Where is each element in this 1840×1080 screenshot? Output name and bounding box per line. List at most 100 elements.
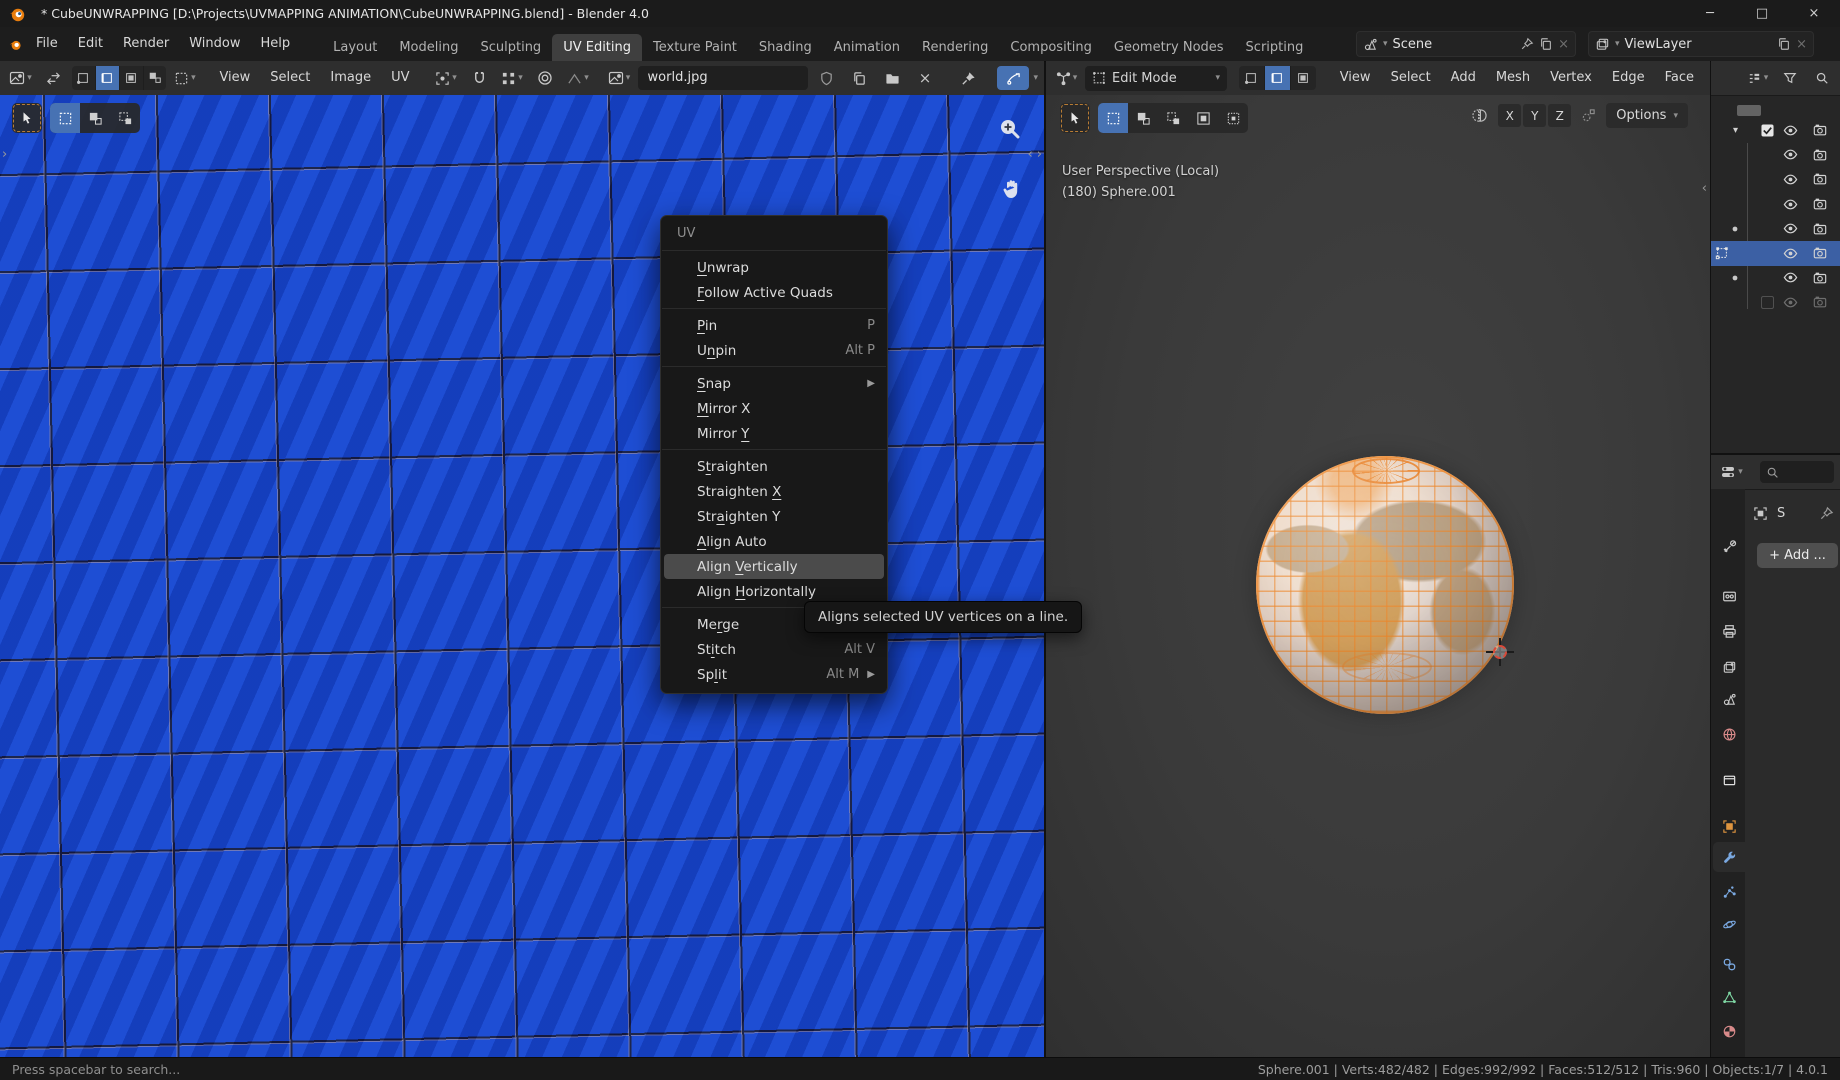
properties-tab-modifiers[interactable]: [1713, 842, 1745, 872]
workspace-tab-texture-paint[interactable]: Texture Paint: [642, 34, 748, 61]
menu-render[interactable]: Render: [113, 32, 179, 56]
close-icon[interactable]: ×: [911, 66, 940, 90]
menu-item-snap[interactable]: Snap▶: [664, 371, 884, 396]
mirror-axis-y[interactable]: Y: [1523, 104, 1546, 127]
mesh-select-mode-face[interactable]: [1291, 66, 1316, 90]
camera-icon[interactable]: [1813, 246, 1827, 260]
pin-icon[interactable]: [1520, 37, 1534, 51]
viewlayer-selector[interactable]: ▾ ViewLayer ×: [1588, 31, 1814, 57]
workspace-tab-compositing[interactable]: Compositing: [999, 34, 1103, 61]
intersect-select-icon[interactable]: [1218, 103, 1248, 133]
uv-sync-icon[interactable]: [39, 66, 68, 90]
mirror-axis-z[interactable]: Z: [1548, 104, 1571, 127]
eye-icon[interactable]: [1783, 172, 1798, 187]
duplicate-icon[interactable]: [845, 66, 874, 90]
uv-select-mode-island[interactable]: [144, 66, 167, 90]
menu-window[interactable]: Window: [179, 32, 250, 56]
close-button[interactable]: ×: [1788, 0, 1840, 27]
uv-menu-uv[interactable]: UV: [381, 66, 419, 90]
properties-tab-particles[interactable]: [1713, 877, 1745, 907]
snap-target-icon[interactable]: [1581, 108, 1596, 123]
minimize-button[interactable]: ─: [1684, 0, 1736, 27]
uv-menu-view[interactable]: View: [209, 66, 260, 90]
eye-icon[interactable]: [1783, 221, 1798, 236]
camera-icon[interactable]: [1813, 148, 1827, 162]
outliner-row[interactable]: [1711, 167, 1840, 192]
menu-item-straighten-x[interactable]: Straighten X: [664, 479, 884, 504]
close-icon[interactable]: ×: [1796, 37, 1807, 52]
camera-icon[interactable]: [1813, 295, 1827, 309]
eye-icon[interactable]: [1783, 197, 1798, 212]
shield-icon[interactable]: [812, 66, 841, 90]
image-browse-button[interactable]: ▾: [605, 66, 634, 90]
properties-search[interactable]: [1760, 461, 1834, 483]
camera-icon[interactable]: [1813, 222, 1827, 236]
close-icon[interactable]: ×: [1558, 37, 1569, 52]
invert-select-icon[interactable]: [1188, 103, 1218, 133]
snap-grid-icon[interactable]: ▾: [498, 66, 527, 90]
menu-item-mirror-x[interactable]: Mirror X: [664, 396, 884, 421]
menu-item-mirror-y[interactable]: Mirror Y: [664, 421, 884, 446]
workspace-tab-rendering[interactable]: Rendering: [911, 34, 999, 61]
outliner-row[interactable]: [1711, 216, 1840, 241]
filter-icon[interactable]: [1775, 66, 1804, 90]
properties-tab-output[interactable]: [1713, 616, 1745, 646]
camera-icon[interactable]: [1813, 197, 1827, 211]
image-name-field[interactable]: world.jpg: [638, 66, 808, 90]
properties-tab-physics[interactable]: [1713, 909, 1745, 939]
box-select-icon[interactable]: [1098, 103, 1128, 133]
properties-tab-tool[interactable]: [1713, 531, 1745, 561]
mirror-icon[interactable]: [1471, 108, 1488, 123]
properties-tab-object[interactable]: [1713, 811, 1745, 841]
mirror-axis-x[interactable]: X: [1498, 104, 1521, 127]
editor-type-button[interactable]: ▾: [1052, 66, 1081, 90]
workspace-tab-shading[interactable]: Shading: [748, 34, 823, 61]
sidebar-toggle-icon[interactable]: ‹: [1702, 181, 1707, 196]
pin-icon[interactable]: [954, 66, 983, 90]
falloff-icon[interactable]: ▾: [564, 66, 593, 90]
uv-select-mode-vertex[interactable]: [72, 66, 96, 90]
splitter-arrows-icon[interactable]: ‹ ›: [1027, 147, 1042, 162]
outliner-row[interactable]: [1711, 241, 1840, 266]
menu-item-straighten[interactable]: Straighten: [664, 454, 884, 479]
eye-icon[interactable]: [1783, 246, 1798, 261]
subtract-select-icon[interactable]: [110, 103, 140, 133]
properties-tab-collection[interactable]: [1713, 764, 1745, 794]
properties-tab-object-data[interactable]: [1713, 982, 1745, 1012]
properties-tab-constraints[interactable]: [1713, 949, 1745, 979]
tweak-tool-button[interactable]: [12, 103, 42, 133]
checkbox-empty-icon[interactable]: [1761, 296, 1774, 309]
outliner-row[interactable]: [1711, 192, 1840, 217]
properties-tab-world[interactable]: [1713, 719, 1745, 749]
menu-item-straighten-y[interactable]: Straighten Y: [664, 504, 884, 529]
menu-item-pin[interactable]: PinP: [664, 313, 884, 338]
camera-icon[interactable]: [1813, 172, 1827, 186]
viewport-menu-add[interactable]: Add: [1441, 66, 1486, 90]
viewport-menu-select[interactable]: Select: [1381, 66, 1441, 90]
menu-item-stitch[interactable]: StitchAlt V: [664, 637, 884, 662]
viewport-menu-edge[interactable]: Edge: [1602, 66, 1655, 90]
mesh-select-mode-edge[interactable]: [1265, 66, 1291, 90]
extend-select-icon[interactable]: [80, 103, 110, 133]
viewport-menu-vertex[interactable]: Vertex: [1540, 66, 1602, 90]
scrollbar-thumb[interactable]: [1737, 105, 1761, 116]
workspace-tab-sculpting[interactable]: Sculpting: [469, 34, 552, 61]
box-select-icon[interactable]: [50, 103, 80, 133]
search-icon[interactable]: [1807, 66, 1836, 90]
properties-tab-render[interactable]: [1713, 581, 1745, 611]
camera-icon[interactable]: [1813, 123, 1827, 137]
menu-help[interactable]: Help: [251, 32, 301, 56]
workspace-tab-uv-editing[interactable]: UV Editing: [552, 34, 642, 61]
editor-type-button[interactable]: ▾: [6, 66, 35, 90]
mode-selector[interactable]: Edit Mode ▾: [1085, 66, 1227, 91]
add-modifier-button[interactable]: + Add ...: [1757, 543, 1838, 568]
eye-icon[interactable]: [1783, 270, 1798, 285]
tweak-tool-button[interactable]: [1060, 103, 1090, 133]
outliner-row[interactable]: [1711, 143, 1840, 168]
options-button[interactable]: Options ▾: [1606, 103, 1688, 128]
outliner-row[interactable]: [1711, 266, 1840, 291]
subtract-select-icon[interactable]: [1158, 103, 1188, 133]
proportional-icon[interactable]: [531, 66, 560, 90]
viewport-menu-view[interactable]: View: [1330, 66, 1381, 90]
menu-item-unwrap[interactable]: Unwrap: [664, 255, 884, 280]
